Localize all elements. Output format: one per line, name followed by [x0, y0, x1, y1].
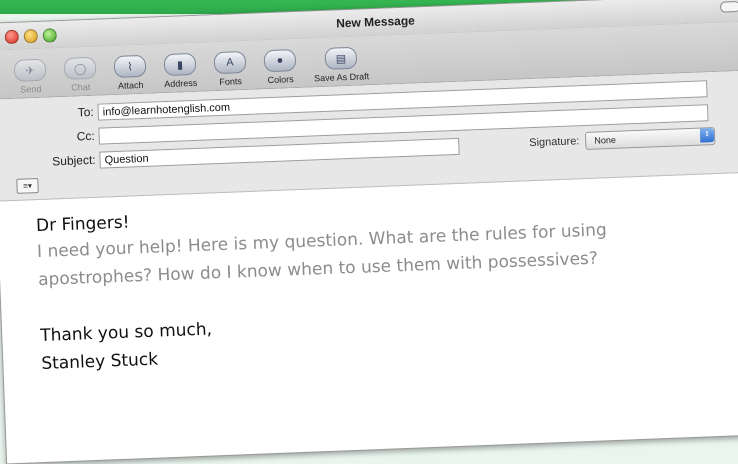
send-icon: ✈ [13, 58, 47, 82]
message-body[interactable]: Dr Fingers! I need your help! Here is my… [0, 172, 738, 379]
to-label: To: [77, 104, 95, 120]
chat-button[interactable]: ◯ Chat [58, 56, 103, 96]
save-as-draft-label: Save As Draft [313, 71, 370, 84]
address-book-icon: ▮ [163, 52, 197, 77]
message-closing: Thank you so much, Stanley Stuck [40, 294, 738, 378]
cc-label: Cc: [76, 128, 95, 144]
subject-label: Subject: [51, 152, 96, 169]
fonts-label: Fonts [219, 76, 243, 87]
draft-icon: ▤ [324, 46, 358, 70]
new-message-window: New Message ✈ Send ◯ Chat ⌇ Attach ▮ Add… [0, 0, 738, 464]
chat-icon: ◯ [63, 56, 97, 80]
send-label: Send [20, 83, 42, 95]
colors-icon: ● [263, 49, 297, 73]
colors-label: Colors [267, 74, 294, 86]
address-label: Address [164, 77, 198, 90]
attach-button[interactable]: ⌇ Attach [108, 54, 153, 95]
paperclip-icon: ⌇ [113, 54, 147, 79]
colors-button[interactable]: ● Colors [258, 49, 303, 89]
address-button[interactable]: ▮ Address [158, 52, 203, 93]
attach-label: Attach [117, 79, 144, 91]
signature-label: Signature: [529, 135, 580, 150]
format-options-button[interactable]: ≡▾ [16, 178, 39, 194]
save-as-draft-button[interactable]: ▤ Save As Draft [307, 46, 374, 87]
signature-select[interactable]: None ⇕ [585, 127, 716, 150]
signature-value: None [594, 134, 617, 146]
fonts-icon: A [213, 50, 247, 75]
fonts-button[interactable]: A Fonts [208, 50, 253, 91]
send-button[interactable]: ✈ Send [8, 58, 53, 98]
toolbar-toggle-button[interactable] [719, 0, 738, 13]
chevron-updown-icon: ⇕ [699, 128, 715, 143]
stage: New Message ✈ Send ◯ Chat ⌇ Attach ▮ Add… [0, 0, 738, 464]
chat-label: Chat [71, 81, 91, 93]
